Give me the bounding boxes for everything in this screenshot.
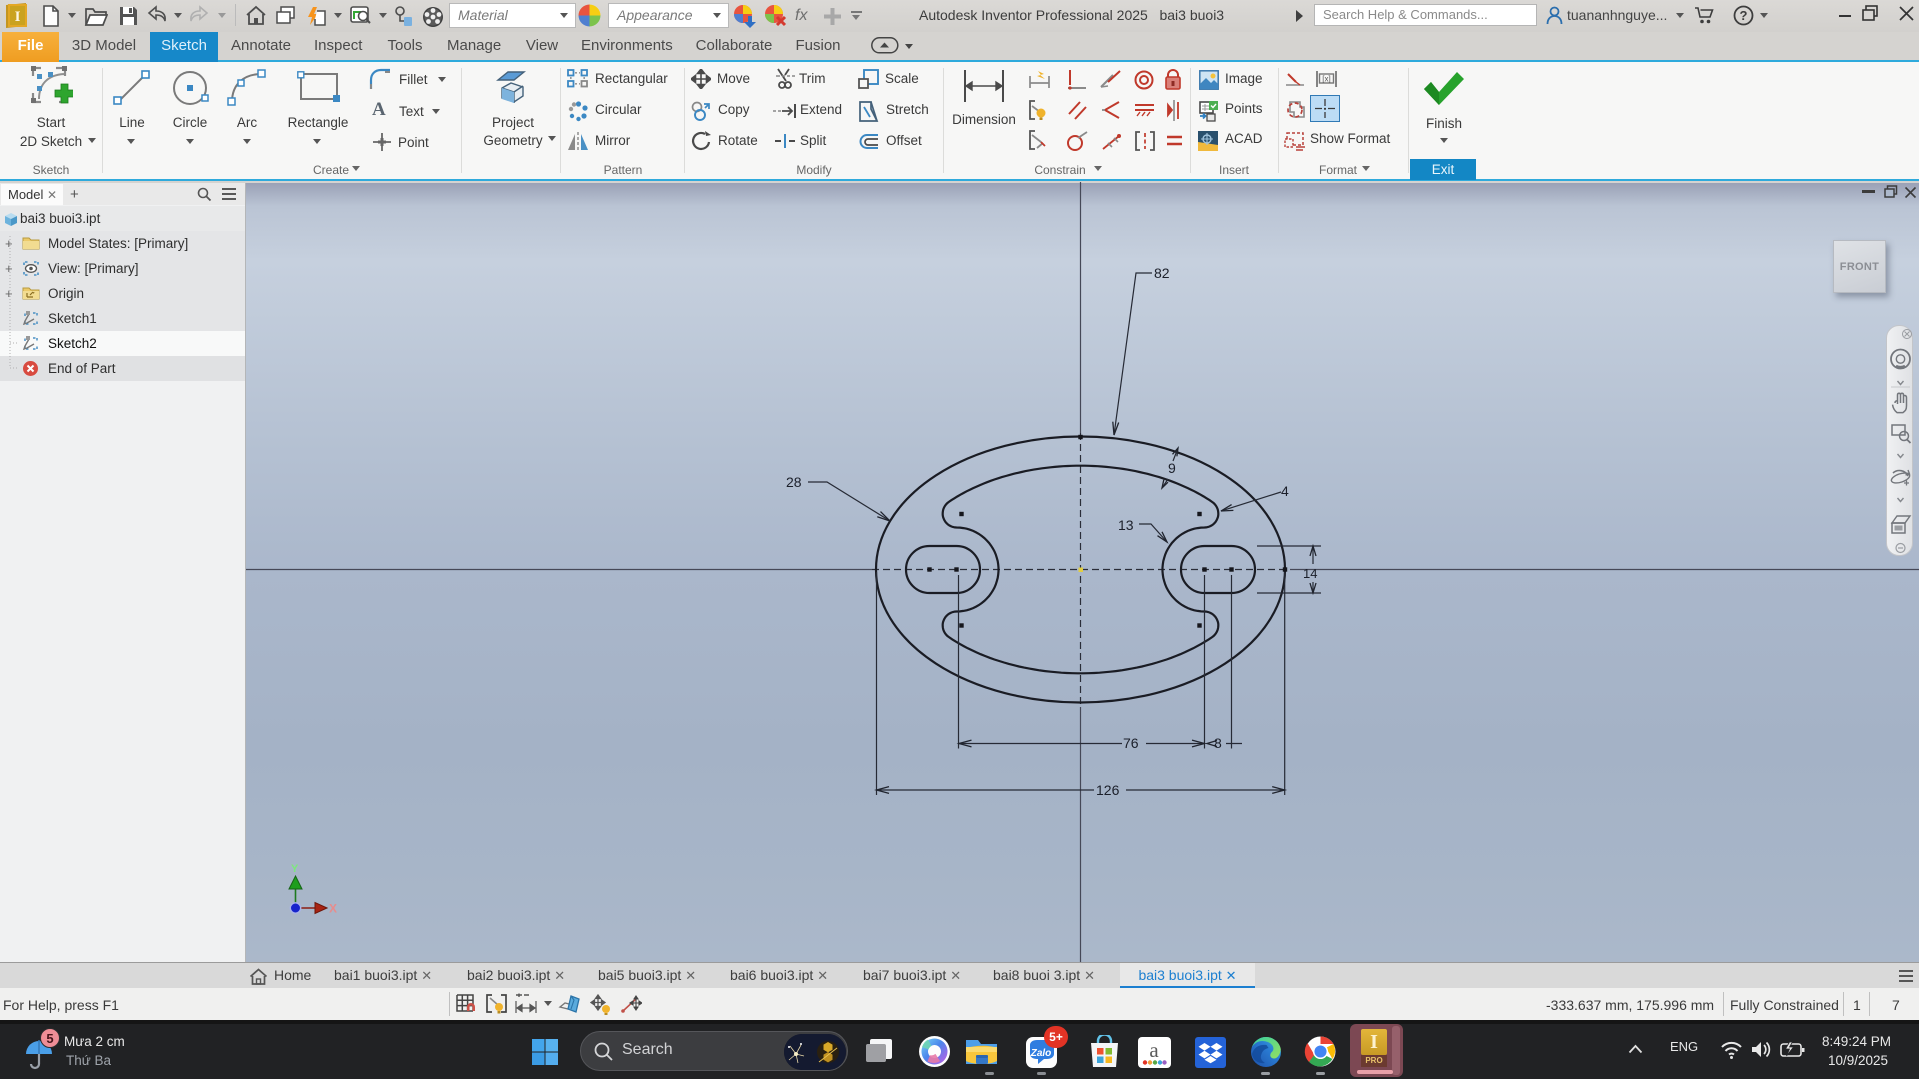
svg-text:126: 126 (1096, 782, 1120, 798)
svg-text:76: 76 (1123, 735, 1139, 751)
svg-text:28: 28 (786, 474, 802, 490)
svg-text:?: ? (1740, 8, 1748, 23)
svg-text:9: 9 (1168, 460, 1176, 476)
svg-text:Y: Y (291, 863, 299, 875)
svg-text:14: 14 (1303, 566, 1317, 581)
svg-text:X: X (329, 902, 337, 916)
svg-text:[x]: [x] (1322, 75, 1330, 84)
svg-text:13: 13 (1118, 517, 1134, 533)
svg-text:a: a (1149, 1038, 1159, 1062)
svg-text:Zalo: Zalo (1030, 1048, 1052, 1059)
svg-text:I: I (15, 9, 21, 25)
svg-text:82: 82 (1154, 265, 1170, 281)
svg-text:8: 8 (1214, 735, 1222, 751)
svg-text:4: 4 (1281, 483, 1289, 499)
